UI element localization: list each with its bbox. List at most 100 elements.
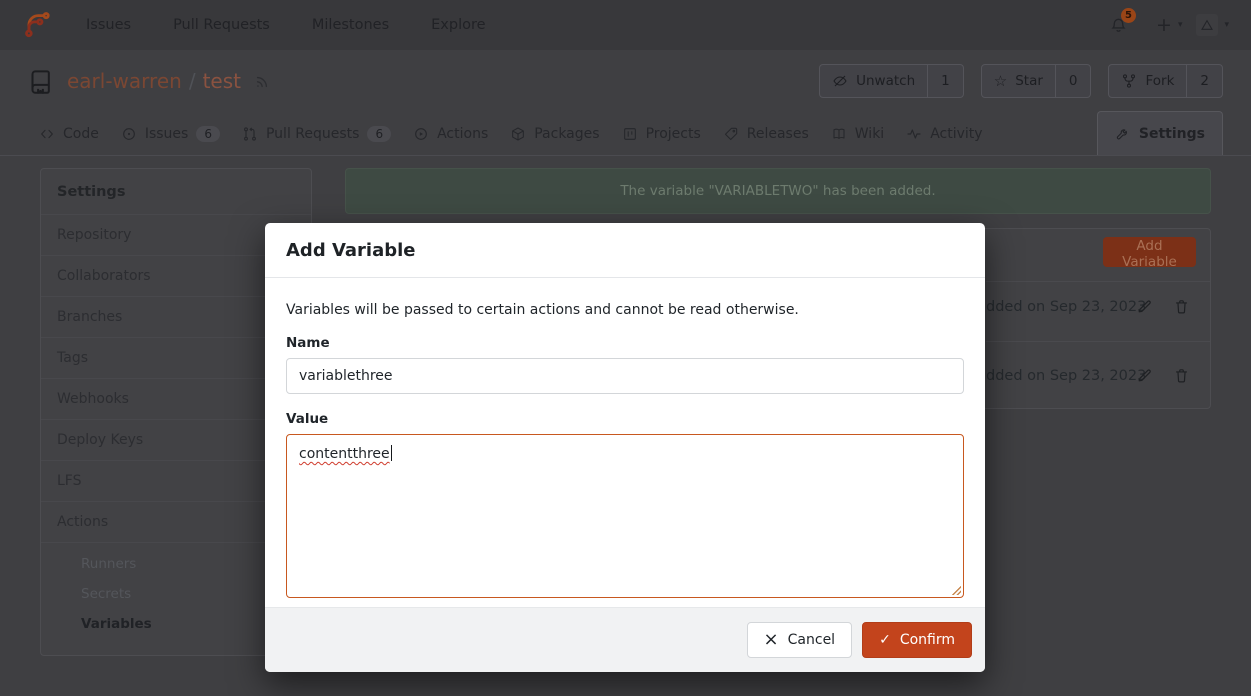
tab-projects[interactable]: Projects bbox=[611, 112, 712, 155]
edit-variable-button[interactable] bbox=[1136, 298, 1153, 315]
tab-activity[interactable]: Activity bbox=[895, 112, 993, 155]
tab-label: Settings bbox=[1139, 126, 1205, 142]
modal-header: Add Variable bbox=[265, 223, 985, 278]
variable-row-meta: dded on Sep 23, 2023 bbox=[986, 299, 1146, 315]
tab-label: Issues bbox=[145, 126, 189, 142]
forgejo-logo-icon[interactable] bbox=[22, 10, 52, 40]
repo-name-link[interactable]: test bbox=[203, 69, 241, 93]
tab-releases[interactable]: Releases bbox=[712, 112, 820, 155]
fork-icon bbox=[1121, 73, 1137, 89]
repo-icon bbox=[28, 68, 55, 95]
avatar-placeholder-icon bbox=[1199, 17, 1215, 33]
tab-label: Releases bbox=[747, 126, 809, 142]
tab-actions[interactable]: Actions bbox=[402, 112, 499, 155]
tab-label: Pull Requests bbox=[266, 126, 359, 142]
modal-title: Add Variable bbox=[286, 240, 416, 261]
row-divider bbox=[986, 341, 1210, 342]
tab-label: Wiki bbox=[855, 126, 884, 142]
check-icon: ✓ bbox=[879, 633, 891, 647]
success-message-banner: The variable "VARIABLETWO" has been adde… bbox=[345, 168, 1211, 214]
tag-icon bbox=[723, 126, 739, 142]
fork-button[interactable]: Fork bbox=[1109, 65, 1186, 97]
repo-action-buttons: Unwatch 1 ☆ Star 0 Fork 2 bbox=[819, 64, 1223, 98]
notification-count-badge: 5 bbox=[1121, 8, 1136, 23]
value-field-label: Value bbox=[286, 411, 964, 427]
tab-wiki[interactable]: Wiki bbox=[820, 112, 895, 155]
name-field-label: Name bbox=[286, 335, 964, 351]
cancel-label: Cancel bbox=[788, 632, 835, 648]
navbar-link-pull-requests[interactable]: Pull Requests bbox=[173, 17, 270, 33]
repo-owner-link[interactable]: earl-warren bbox=[67, 69, 182, 93]
resize-grip[interactable] bbox=[950, 584, 961, 595]
close-icon: × bbox=[764, 631, 779, 649]
code-icon bbox=[39, 126, 55, 142]
variable-row-meta: dded on Sep 23, 2023 bbox=[986, 368, 1146, 384]
add-variable-button[interactable]: Add Variable bbox=[1103, 237, 1196, 267]
tab-label: Projects bbox=[646, 126, 701, 142]
cancel-button[interactable]: × Cancel bbox=[747, 622, 853, 658]
package-icon bbox=[510, 126, 526, 142]
text-cursor bbox=[391, 445, 393, 461]
tab-issues[interactable]: Issues 6 bbox=[110, 112, 231, 155]
confirm-button[interactable]: ✓ Confirm bbox=[862, 622, 972, 658]
chevron-down-icon: ▾ bbox=[1224, 20, 1229, 30]
value-textarea[interactable]: contentthree bbox=[286, 434, 964, 598]
pencil-icon bbox=[1136, 298, 1153, 315]
repo-title-separator: / bbox=[189, 69, 196, 93]
forgejo-repo-settings-page: Issues Pull Requests Milestones Explore … bbox=[0, 0, 1251, 696]
tab-pull-requests[interactable]: Pull Requests 6 bbox=[231, 112, 402, 155]
delete-variable-button[interactable] bbox=[1173, 367, 1190, 384]
chevron-down-icon: ▾ bbox=[1178, 20, 1183, 30]
star-label: Star bbox=[1015, 73, 1043, 89]
navbar-link-explore[interactable]: Explore bbox=[431, 17, 485, 33]
star-button-group: ☆ Star 0 bbox=[981, 64, 1092, 98]
repo-header: earl-warren / test Unwatch 1 bbox=[0, 50, 1251, 112]
pulse-icon bbox=[906, 126, 922, 142]
name-input[interactable] bbox=[286, 358, 964, 394]
trash-icon bbox=[1173, 367, 1190, 384]
tab-label: Activity bbox=[930, 126, 982, 142]
eye-slash-icon bbox=[832, 73, 848, 89]
delete-variable-button[interactable] bbox=[1173, 298, 1190, 315]
forks-count[interactable]: 2 bbox=[1186, 65, 1222, 97]
user-menu-dropdown[interactable]: ▾ bbox=[1196, 14, 1229, 36]
plus-icon: + bbox=[1156, 16, 1172, 35]
project-board-icon bbox=[622, 126, 638, 142]
fork-label: Fork bbox=[1145, 73, 1174, 89]
pull-request-icon bbox=[242, 126, 258, 142]
fork-button-group: Fork 2 bbox=[1108, 64, 1223, 98]
trash-icon bbox=[1173, 298, 1190, 315]
tab-settings-active[interactable]: Settings bbox=[1097, 111, 1223, 155]
add-variable-modal: Add Variable Variables will be passed to… bbox=[265, 223, 985, 672]
tab-label: Actions bbox=[437, 126, 488, 142]
sidebar-title: Settings bbox=[41, 169, 311, 214]
tools-icon bbox=[1115, 126, 1131, 142]
modal-footer: × Cancel ✓ Confirm bbox=[265, 607, 985, 672]
book-icon bbox=[831, 126, 847, 142]
tab-code[interactable]: Code bbox=[28, 112, 110, 155]
modal-description: Variables will be passed to certain acti… bbox=[286, 302, 964, 318]
edit-variable-button[interactable] bbox=[1136, 367, 1153, 384]
issue-icon bbox=[121, 126, 137, 142]
stars-count[interactable]: 0 bbox=[1055, 65, 1091, 97]
unwatch-button[interactable]: Unwatch bbox=[820, 65, 927, 97]
star-button[interactable]: ☆ Star bbox=[982, 65, 1055, 97]
rss-icon[interactable] bbox=[254, 73, 271, 90]
panel-divider bbox=[986, 281, 1210, 282]
unwatch-button-group: Unwatch 1 bbox=[819, 64, 964, 98]
navbar-link-issues[interactable]: Issues bbox=[86, 17, 131, 33]
star-icon: ☆ bbox=[994, 74, 1007, 89]
tab-packages[interactable]: Packages bbox=[499, 112, 610, 155]
modal-body: Variables will be passed to certain acti… bbox=[265, 278, 985, 598]
value-text: contentthree bbox=[299, 446, 390, 462]
create-new-dropdown[interactable]: + ▾ bbox=[1156, 16, 1182, 35]
repo-tab-bar: Code Issues 6 Pull Requests 6 Actions bbox=[0, 112, 1251, 156]
tab-label: Code bbox=[63, 126, 99, 142]
notifications-button[interactable]: 5 bbox=[1109, 16, 1128, 35]
navbar-link-milestones[interactable]: Milestones bbox=[312, 17, 389, 33]
watchers-count[interactable]: 1 bbox=[927, 65, 963, 97]
confirm-label: Confirm bbox=[900, 632, 955, 648]
pull-requests-count-badge: 6 bbox=[367, 126, 391, 142]
navbar-right-group: 5 + ▾ ▾ bbox=[1109, 14, 1229, 36]
repo-title: earl-warren / test bbox=[67, 69, 241, 93]
